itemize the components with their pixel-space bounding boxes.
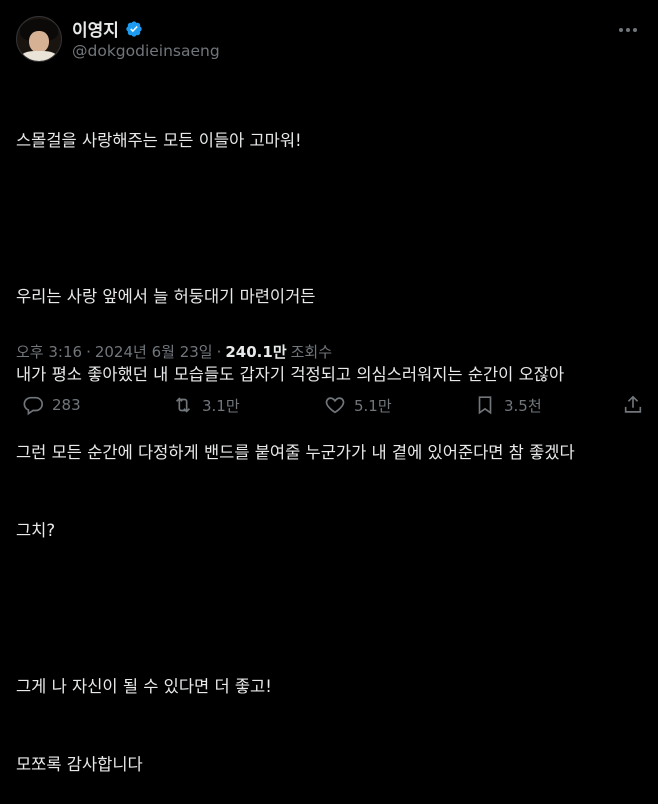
bookmark-count: 3.5천 — [504, 396, 542, 415]
tweet-text: 스몰걸을 사랑해주는 모든 이들아 고마워! 우리는 사랑 앞에서 늘 허둥대기… — [16, 76, 646, 804]
author-display-name[interactable]: 이영지 — [72, 16, 119, 41]
meta-separator: · — [86, 342, 91, 361]
author-handle[interactable]: @dokgodieinsaeng — [72, 42, 220, 60]
bookmark-icon — [478, 396, 492, 415]
tweet-line: 모쪼록 감사합니다 — [16, 755, 143, 774]
avatar[interactable] — [16, 16, 62, 62]
reply-icon — [23, 396, 43, 416]
verified-badge-icon — [126, 20, 142, 37]
views-label: 조회수 — [290, 343, 333, 361]
reply-count: 283 — [52, 396, 81, 414]
tweet-line: 그치? — [16, 521, 56, 540]
like-button[interactable]: 5.1만 — [324, 394, 392, 416]
heart-icon — [325, 397, 345, 414]
tweet-header: 이영지 @dokgodieinsaeng — [16, 10, 642, 66]
tweet-line: 그게 나 자신이 될 수 있다면 더 좋고! — [16, 677, 272, 696]
reply-button[interactable]: 283 — [22, 394, 81, 416]
tweet-line: 내가 평소 좋아했던 내 모습들도 갑자기 걱정되고 의심스러워지는 순간이 오… — [16, 365, 565, 384]
share-button[interactable] — [622, 394, 652, 416]
tweet-line: 그런 모든 순간에 다정하게 밴드를 붙여줄 누군가가 내 곁에 있어준다면 참… — [16, 443, 575, 462]
author-name-row: 이영지 — [72, 16, 143, 41]
tweet-meta: 오후 3:16 · 2024년 6월 23일 · 240.1만 조회수 — [16, 341, 332, 362]
repost-icon — [175, 397, 191, 413]
share-icon — [624, 395, 642, 413]
bookmark-button[interactable]: 3.5천 — [474, 394, 542, 416]
like-count: 5.1만 — [354, 396, 392, 415]
more-options-icon[interactable] — [616, 20, 640, 40]
repost-count: 3.1만 — [202, 396, 240, 415]
views-count: 240.1만 — [225, 343, 287, 361]
tweet-actions-bar: 283 3.1만 5.1만 3.5천 — [0, 394, 658, 426]
meta-separator: · — [216, 342, 222, 361]
repost-button[interactable]: 3.1만 — [172, 394, 240, 416]
tweet-line: 스몰걸을 사랑해주는 모든 이들아 고마워! — [16, 131, 302, 150]
tweet-line: 우리는 사랑 앞에서 늘 허둥대기 마련이거든 — [16, 287, 316, 306]
tweet-time[interactable]: 오후 3:16 — [16, 341, 82, 362]
tweet-date[interactable]: 2024년 6월 23일 — [95, 341, 213, 362]
